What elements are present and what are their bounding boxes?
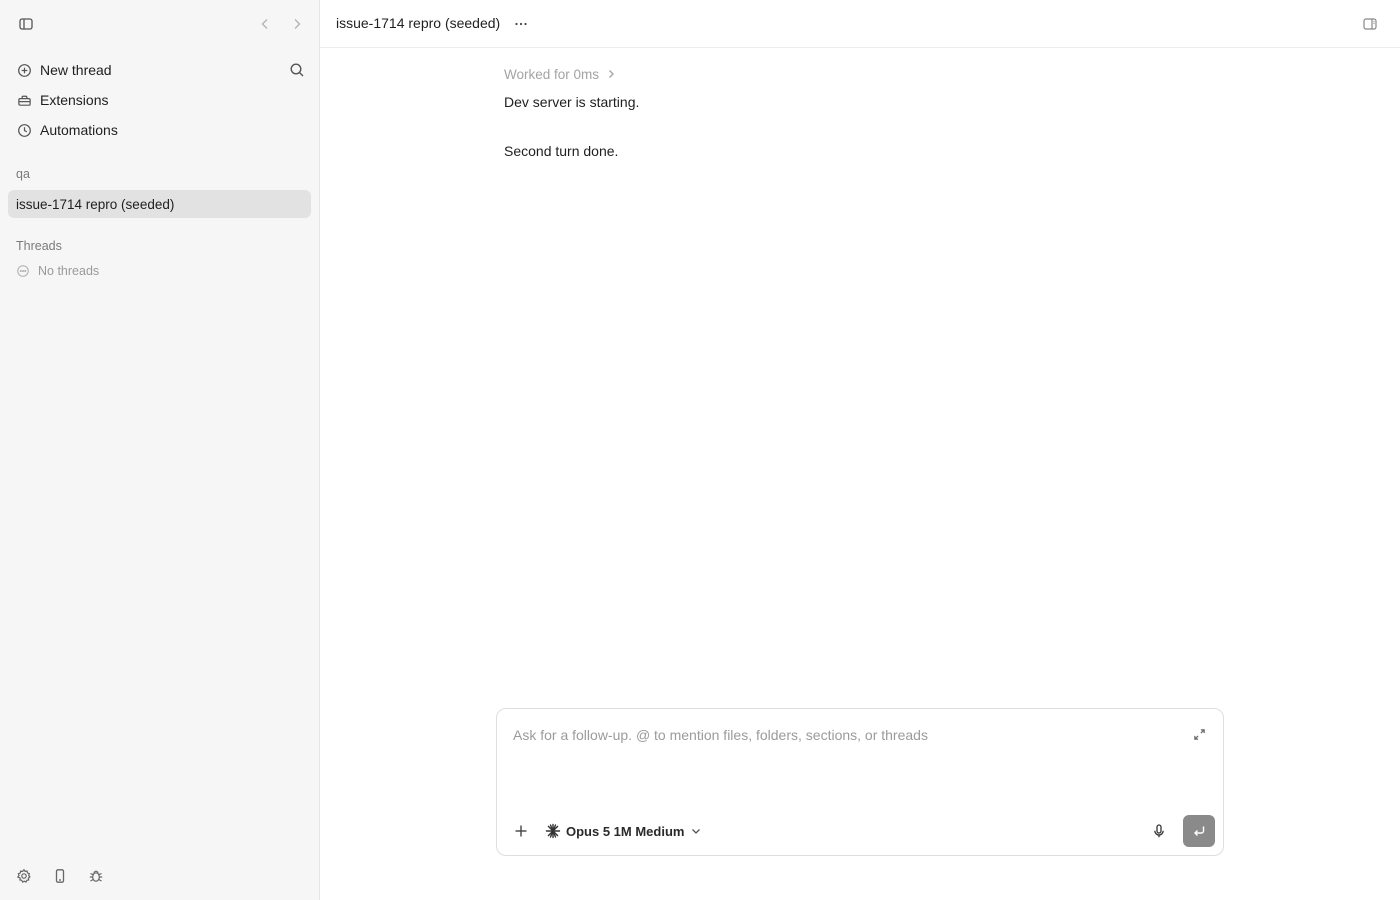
- mobile-device-icon[interactable]: [48, 864, 72, 888]
- chat-bubble-icon: [16, 264, 30, 278]
- main-panel: issue-1714 repro (seeded) Worked for 0ms…: [320, 0, 1400, 900]
- sidebar-item-extensions[interactable]: Extensions: [8, 86, 311, 114]
- thread-title: issue-1714 repro (seeded): [336, 15, 501, 31]
- add-attachment-plus-icon[interactable]: [509, 819, 533, 843]
- model-selector[interactable]: Opus 5 1M Medium: [545, 820, 702, 842]
- thread-header: issue-1714 repro (seeded): [320, 0, 1400, 48]
- no-threads-placeholder: No threads: [16, 264, 99, 278]
- clock-icon: [16, 122, 32, 138]
- bug-icon[interactable]: [84, 864, 108, 888]
- sidebar-item-label: Automations: [40, 122, 118, 138]
- new-thread-button[interactable]: New thread: [8, 56, 311, 84]
- toolbox-icon: [16, 92, 32, 108]
- settings-gear-icon[interactable]: [12, 864, 36, 888]
- follow-up-input[interactable]: [513, 723, 1163, 747]
- no-threads-label: No threads: [38, 264, 100, 278]
- microphone-icon[interactable]: [1147, 819, 1171, 843]
- sidebar-item-automations[interactable]: Automations: [8, 116, 311, 144]
- sidebar-item-label: Extensions: [40, 92, 109, 108]
- project-section-label: qa: [16, 167, 30, 181]
- sidebar-toggle-icon[interactable]: [14, 12, 38, 36]
- worked-duration-label: Worked for 0ms: [504, 66, 600, 82]
- composer: Opus 5 1M Medium: [496, 708, 1224, 856]
- sidebar-item-active-project[interactable]: issue-1714 repro (seeded): [8, 190, 311, 218]
- expand-icon[interactable]: [1187, 722, 1211, 746]
- threads-section-label: Threads: [16, 239, 62, 253]
- assistant-message: Second turn done.: [504, 143, 619, 159]
- assistant-message: Dev server is starting.: [504, 94, 640, 110]
- sparkle-icon: [545, 823, 561, 839]
- back-arrow-icon[interactable]: [253, 12, 277, 36]
- side-panel-toggle-icon[interactable]: [1358, 12, 1382, 36]
- model-selector-label: Opus 5 1M Medium: [566, 823, 685, 839]
- forward-arrow-icon[interactable]: [285, 12, 309, 36]
- more-options-icon[interactable]: [509, 12, 533, 36]
- enter-arrow-icon: [1194, 826, 1205, 836]
- chevron-down-icon: [690, 825, 702, 837]
- chevron-right-icon: [609, 70, 614, 78]
- plus-circle-icon: [16, 62, 32, 78]
- conversation: Worked for 0ms Dev server is starting. S…: [504, 60, 1224, 161]
- sidebar-header: [0, 0, 319, 48]
- new-thread-label: New thread: [40, 62, 112, 78]
- send-button[interactable]: [1183, 815, 1215, 847]
- search-icon[interactable]: [285, 58, 309, 82]
- sidebar: New thread Extensions Automations qa iss…: [0, 0, 320, 900]
- worked-duration-toggle[interactable]: Worked for 0ms: [504, 60, 617, 88]
